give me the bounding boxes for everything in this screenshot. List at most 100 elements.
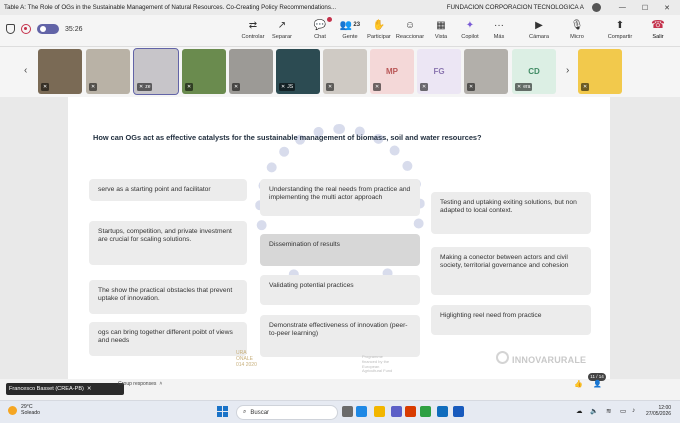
mic-off-icon: ✕ [375,84,380,90]
copilot-icon: ✦ [465,19,475,31]
view-button[interactable]: ▦ Vista [428,18,454,41]
participant-tile[interactable]: ✕ [229,49,273,94]
battery-icon[interactable]: ▭ [620,407,626,415]
view-label: Vista [434,34,448,40]
share-label: Compartir [607,34,633,40]
recording-icon [21,24,31,34]
mic-off-icon: ✕ [86,386,92,392]
transcription-toggle[interactable] [37,24,59,34]
teams-icon[interactable] [391,406,402,417]
clock-date: 27/05/2026 [646,411,672,418]
speaker-icon[interactable]: ♪ [632,407,635,414]
share-button[interactable]: ⬆ Compartir [604,18,636,41]
cloud-icon[interactable]: ☁ [576,407,583,415]
mic-off-icon: ✕ [583,84,588,90]
search-icon: ⌕ [243,409,247,415]
response-card: Dissemination of results [260,234,420,266]
control-button[interactable]: ⇄ Controlar [239,18,267,41]
word-icon[interactable] [453,406,464,417]
react-button[interactable]: ☺ Reaccionar [395,18,425,41]
chrome-icon[interactable] [420,406,431,417]
chevron-up-icon: ˄ [159,381,163,387]
programme-logo: URA ONALE 014 2020 [236,350,257,368]
maximize-button[interactable]: ☐ [642,4,648,12]
participant-initials: MP [370,61,414,80]
sun-icon [8,406,17,416]
raise-hand-button[interactable]: ✋ Participar [365,18,393,41]
participant-name: ze [145,84,151,90]
response-card: Making a conector between actors and civ… [431,247,591,295]
participant-tile[interactable]: ✕ [86,49,130,94]
edge-icon[interactable] [356,406,367,417]
initials-avatar: MP [381,64,403,80]
presenter-name-chip: Francesco Basset (CREA-PB) ✕ [6,383,124,395]
unread-dot [327,17,332,22]
weather-description: Soleado [21,409,41,416]
participant-tile[interactable]: FG ✕ [417,49,461,94]
eu-funding-note: Programme financed by the European Agric… [362,354,393,374]
detach-button[interactable]: ↗ Separar [268,18,296,41]
group-responses-chip[interactable]: Group responses ˄ [118,381,162,387]
mic-off-icon: ✕ [139,84,144,90]
mic-button[interactable]: 🎙 Micro [563,18,591,41]
participant-status-tag: ✕ era [515,83,533,91]
weather-widget[interactable]: 29°C Soleado [8,404,41,417]
response-card: Demonstrate effectiveness of innovation … [260,315,420,357]
office-icon[interactable] [405,406,416,417]
windows-start-icon[interactable] [217,406,228,417]
more-button[interactable]: ··· Más [486,18,512,41]
outlook-icon[interactable] [437,406,448,417]
participant-status-tag: ✕ [185,83,194,91]
presenter-name: Francesco Basset (CREA-PB) [9,386,84,392]
response-card: Validating potential practices [260,275,420,305]
response-card: Higlighting reel need from practice [431,305,591,335]
like-icon[interactable]: 👍 [574,380,583,388]
close-button[interactable]: ✕ [664,4,670,12]
participant-name: JS [287,84,294,90]
chat-button[interactable]: 💬 Chat [306,17,334,40]
chat-label: Chat [314,34,326,40]
share-icon: ⬆ [615,19,625,31]
participant-status-tag: ✕ [41,83,50,91]
wifi-icon[interactable]: ≋ [606,407,611,415]
detach-label: Separar [272,34,292,40]
participant-tile[interactable]: ✕ [38,49,82,94]
mic-off-icon: ✕ [328,84,333,90]
participant-tile[interactable]: ✕ [323,49,367,94]
organization-name: FUNDACION CORPORACION TECNOLOGICA A [446,4,584,11]
participant-tile[interactable]: ✕ [578,49,622,94]
minimize-button[interactable]: — [619,4,626,12]
leave-button[interactable]: ☎ Salir [642,18,674,40]
mic-off-icon: ✕ [422,84,427,90]
participant-tile[interactable]: ✕ JS [276,49,320,94]
people-button[interactable]: 👥 23 Gente [336,18,364,41]
participant-name: era [523,84,531,90]
task-view-icon[interactable] [342,406,353,417]
participant-tile[interactable]: ✕ [464,49,508,94]
mic-label: Micro [570,34,584,40]
account-avatar[interactable] [591,3,601,12]
mic-off-icon: ✕ [91,84,96,90]
copilot-button[interactable]: ✦ Copilot [456,18,484,41]
system-clock[interactable]: 12:00 27/05/2026 [646,405,671,418]
mic-off-icon: ✕ [281,84,286,90]
chevron-left-icon[interactable]: ‹ [24,65,27,76]
volume-icon[interactable]: 🔈 [590,407,598,415]
participant-tile[interactable]: MP ✕ [370,49,414,94]
participant-tile[interactable]: ✕ ze [133,48,179,95]
participant-status-tag: ✕ [89,83,98,91]
participant-tile[interactable]: CD ✕ era [512,49,556,94]
participant-initials: FG [417,61,461,80]
leave-label: Salir [652,34,664,40]
participant-tile[interactable]: ✕ [182,49,226,94]
people-glyph: 👥 [339,19,353,31]
taskbar-search[interactable]: ⌕ Buscar [236,405,338,420]
meeting-timer: 35:26 [65,25,83,33]
camera-button[interactable]: ▶ Cámara [524,18,554,41]
person-icon[interactable]: 👤 [593,380,602,388]
chevron-right-icon[interactable]: › [566,65,569,76]
innovarurale-logo: INNOVARURALE [496,351,586,365]
mic-off-icon: ✕ [517,84,522,90]
people-icon: 👥 23 [336,18,364,32]
file-explorer-icon[interactable] [374,406,385,417]
